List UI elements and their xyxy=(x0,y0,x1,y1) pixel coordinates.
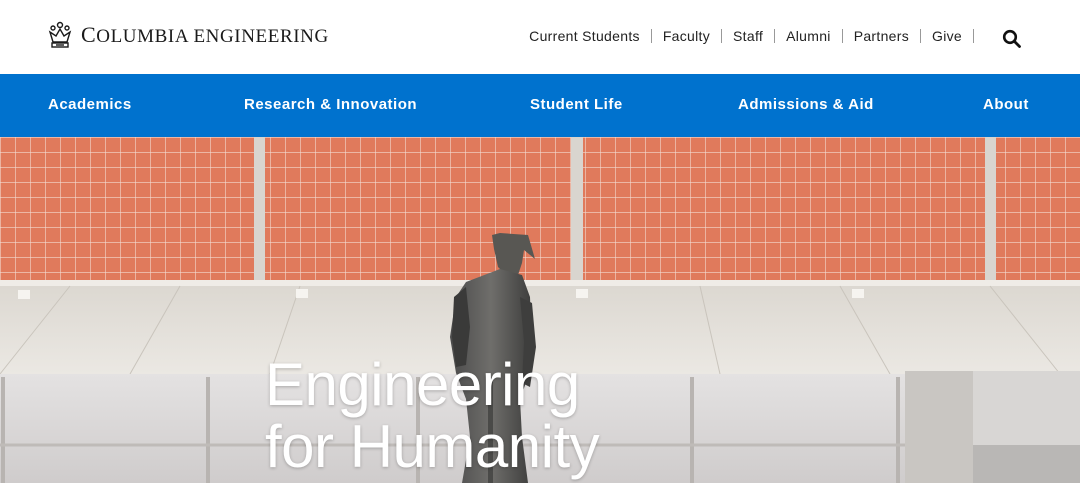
brand-name: Columbia Engineering xyxy=(81,22,329,47)
divider xyxy=(774,29,776,43)
utility-link-staff[interactable]: Staff xyxy=(733,28,763,44)
hero-headline-line1: Engineering xyxy=(265,351,580,418)
divider xyxy=(973,29,974,43)
utility-link-partners[interactable]: Partners xyxy=(854,28,909,44)
hero-headline-line2: for Humanity xyxy=(265,413,600,480)
nav-item-student-life[interactable]: Student Life xyxy=(530,96,623,113)
divider xyxy=(721,29,723,43)
divider xyxy=(650,29,652,43)
hero-banner: Engineering for Humanity xyxy=(0,137,1080,483)
utility-link-current-students[interactable]: Current Students xyxy=(529,28,640,44)
nav-item-admissions-aid[interactable]: Admissions & Aid xyxy=(738,96,874,113)
crown-icon xyxy=(48,21,72,48)
hero-headline: Engineering for Humanity xyxy=(265,351,600,480)
nav-item-research-innovation[interactable]: Research & Innovation xyxy=(244,96,417,113)
utility-link-alumni[interactable]: Alumni xyxy=(786,28,831,44)
utility-link-give[interactable]: Give xyxy=(932,28,962,44)
nav-item-about[interactable]: About xyxy=(983,96,1029,113)
nav-item-academics[interactable]: Academics xyxy=(48,96,132,113)
utility-nav: Current Students Faculty Staff Alumni Pa… xyxy=(529,28,985,44)
divider xyxy=(920,29,921,43)
divider xyxy=(841,29,843,43)
utility-link-faculty[interactable]: Faculty xyxy=(663,28,710,44)
site-logo[interactable]: Columbia Engineering xyxy=(47,20,329,50)
site-header: Columbia Engineering Current Students Fa… xyxy=(0,0,1080,74)
main-nav: Academics Research & Innovation Student … xyxy=(0,74,1080,137)
search-icon[interactable] xyxy=(1002,29,1022,49)
